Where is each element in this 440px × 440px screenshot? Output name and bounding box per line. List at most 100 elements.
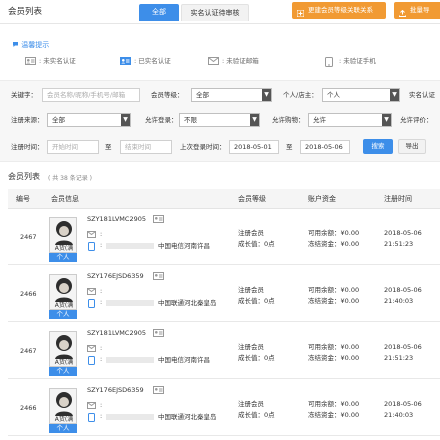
mail-icon [87, 231, 96, 240]
phone-prefix: : [100, 241, 103, 249]
phone-icon [88, 242, 95, 253]
search-button[interactable]: 搜索 [363, 139, 393, 154]
avatar[interactable]: A货(满 [49, 274, 77, 310]
table-header: 编号 会员信息 会员等级 账户资金 注册时间 [8, 189, 440, 209]
eval-label: 允许评价： [400, 116, 433, 124]
keyword-label: 关键字： [11, 91, 37, 99]
member-level: 注册会员 [238, 286, 264, 294]
phone-icon [88, 356, 95, 367]
reg-start-input[interactable]: 开始时间 [47, 140, 99, 154]
available-balance: 可用余额：¥0.00 [308, 229, 360, 237]
phone-carrier: 中国电信河南许昌 [158, 356, 210, 364]
source-select[interactable]: 全部 ▼ [47, 113, 131, 127]
email-prefix: : [100, 344, 103, 352]
masked-phone [106, 300, 154, 306]
lastlogin-start-input[interactable]: 2018-05-01 [229, 140, 279, 154]
tip-unverified: : 未实名认证 [25, 56, 76, 66]
avatar-label: A货(满 [54, 245, 74, 252]
chevron-down-icon: ▼ [262, 89, 271, 101]
col-level: 会员等级 [238, 195, 266, 203]
keyword-input[interactable]: 会员名称/昵称/手机号/邮箱 [42, 88, 140, 102]
mail-icon [87, 402, 96, 411]
frozen-balance: 冻结资金：¥0.00 [308, 297, 360, 305]
member-type-badge: 个人 [49, 424, 77, 433]
col-member-info: 会员信息 [51, 195, 79, 203]
phone-icon [325, 57, 333, 70]
avatar-label: A货(满 [54, 302, 74, 309]
col-funds: 账户资金 [308, 195, 336, 203]
type-select[interactable]: 个人 ▼ [322, 88, 400, 102]
table-row: 2466 A货(满 个人 SZY176EJSD6359 : : 中国联通河北秦皇… [8, 266, 440, 322]
export-button[interactable]: 导出 [398, 139, 426, 154]
mail-icon [87, 345, 96, 354]
chevron-down-icon: ▼ [390, 89, 399, 101]
id-card-grey-icon [153, 329, 164, 339]
member-id: 2466 [20, 404, 37, 412]
tab-verification-pending[interactable]: 实名认证待审核 [181, 4, 249, 21]
regtime-to-label: 至 [105, 143, 112, 151]
table-row: 2467 A货(满 个人 SZY181LVMC2905 : : 中国电信河南许昌… [8, 209, 440, 265]
lastlogin-end-input[interactable]: 2018-05-06 [300, 140, 350, 154]
phone-carrier: 中国联通河北秦皇岛 [158, 413, 217, 421]
table-row: 2467 A货(满 个人 SZY181LVMC2905 : : 中国电信河南许昌… [8, 323, 440, 379]
reg-date: 2018-05-06 [384, 286, 422, 294]
growth-value: 成长值：0点 [238, 354, 275, 362]
reg-date: 2018-05-06 [384, 229, 422, 237]
avatar[interactable]: A货(满 [49, 217, 77, 253]
buy-select[interactable]: 允许 ▼ [308, 113, 392, 127]
create-level-relation-button[interactable]: 更建会员等级关联关系 [292, 2, 386, 19]
available-balance: 可用余额：¥0.00 [308, 343, 360, 351]
phone-prefix: : [100, 355, 103, 363]
upload-icon [399, 7, 406, 24]
member-name-link[interactable]: SZY176EJSD6359 [87, 272, 144, 281]
member-id: 2466 [20, 290, 37, 298]
plus-icon [296, 7, 305, 24]
phone-prefix: : [100, 298, 103, 306]
reg-time: 21:51:23 [384, 354, 414, 362]
tab-all[interactable]: 全部 [139, 4, 179, 21]
masked-phone [106, 414, 154, 420]
masked-phone [106, 243, 154, 249]
verify-label: 实名认证 [409, 91, 435, 99]
level-label: 会员等级： [151, 91, 184, 99]
chevron-down-icon: ▼ [121, 114, 130, 126]
member-level: 注册会员 [238, 229, 264, 237]
page-header: 会员列表 全部 实名认证待审核 更建会员等级关联关系 批量导 [0, 0, 440, 24]
member-type-badge: 个人 [49, 253, 77, 262]
login-select[interactable]: 不限 ▼ [179, 113, 260, 127]
avatar[interactable]: A货(满 [49, 331, 77, 367]
tips-panel: 温馨提示 : 未实名认证 : 已实名认证 : 未验证邮箱 : 未验证手机 [0, 32, 440, 74]
lastlogin-label: 上次登录时间： [180, 143, 226, 151]
tip-phone-unverified: : 未验证手机 [325, 56, 376, 67]
avatar-image [50, 275, 76, 302]
chevron-down-icon: ▼ [382, 114, 391, 126]
mail-icon [87, 288, 96, 297]
mail-icon [208, 57, 219, 68]
masked-phone [106, 357, 154, 363]
phone-carrier: 中国电信河南许昌 [158, 242, 210, 250]
phone-icon [88, 299, 95, 310]
type-label: 个人/店主： [283, 91, 318, 99]
member-level: 注册会员 [238, 400, 264, 408]
reg-end-input[interactable]: 结束时间 [120, 140, 172, 154]
batch-import-button[interactable]: 批量导 [394, 2, 440, 19]
avatar-image [50, 389, 76, 416]
member-name-link[interactable]: SZY181LVMC2905 [87, 215, 146, 224]
level-select[interactable]: 全部 ▼ [191, 88, 272, 102]
phone-icon [88, 413, 95, 424]
email-prefix: : [100, 230, 103, 238]
login-label: 允许登录： [145, 116, 178, 124]
avatar-image [50, 332, 76, 359]
available-balance: 可用余额：¥0.00 [308, 286, 360, 294]
id-card-grey-icon [153, 272, 164, 282]
tip-icon [12, 41, 19, 50]
reg-time: 21:40:03 [384, 411, 414, 419]
avatar[interactable]: A货(满 [49, 388, 77, 424]
regtime-label: 注册时间： [11, 143, 44, 151]
member-name-link[interactable]: SZY181LVMC2905 [87, 329, 146, 338]
id-card-grey-icon [25, 57, 36, 68]
reg-date: 2018-05-06 [384, 343, 422, 351]
col-regtime: 注册时间 [384, 195, 412, 203]
member-name-link[interactable]: SZY176EJSD6359 [87, 386, 144, 395]
record-count: ( 共 38 条记录 ) [48, 175, 92, 182]
